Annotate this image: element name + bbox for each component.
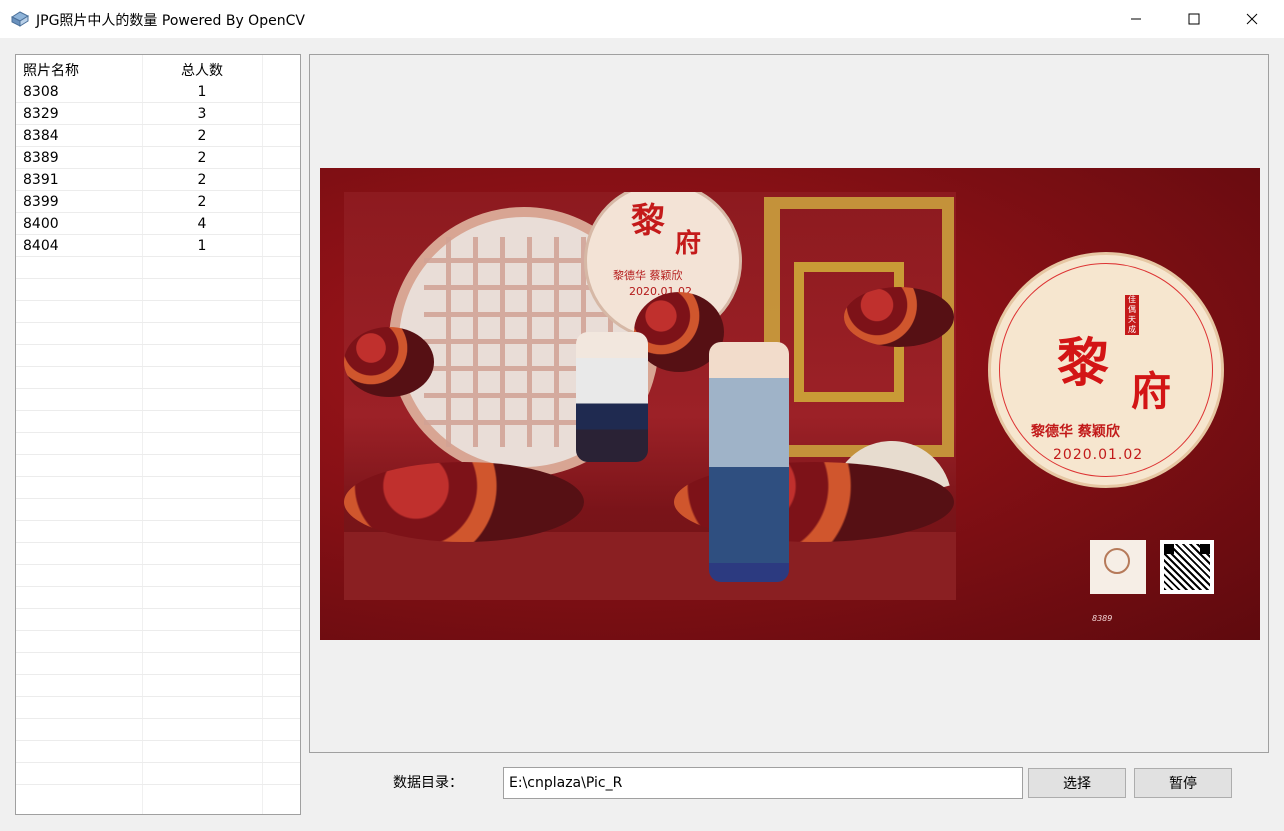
table-row[interactable]: 8308 1: [16, 81, 300, 103]
cell-person-count: 2: [197, 150, 207, 166]
results-table[interactable]: 照片名称 总人数 8308 1 8329 3 8384 2 8389 2 8391 2 8…: [15, 54, 301, 815]
empty-row: [16, 609, 300, 631]
cell-person-count: 1: [197, 84, 207, 100]
empty-row: [16, 499, 300, 521]
table-row[interactable]: 8391 2: [16, 169, 300, 191]
window-title: JPG照片中人的数量 Powered By OpenCV: [36, 13, 305, 29]
minimize-button[interactable]: [1107, 0, 1165, 38]
empty-row: [16, 477, 300, 499]
sign-date: 2020.01.02: [1053, 447, 1144, 463]
sign-names: 黎德华 蔡颖欣: [613, 269, 683, 282]
empty-row: [16, 543, 300, 565]
empty-row: [16, 763, 300, 785]
cell-person-count: 2: [197, 128, 207, 144]
cell-photo-name: 8391: [23, 172, 59, 188]
empty-row: [16, 521, 300, 543]
app-icon: [10, 11, 30, 27]
table-row[interactable]: 8399 2: [16, 191, 300, 213]
studio-logo: [1090, 540, 1146, 594]
flower-arrangement: [844, 287, 954, 347]
large-wedding-sign: 佳偶天成 黎 府 黎德华 蔡颖欣 2020.01.02: [988, 252, 1224, 488]
photo-code: 8389: [1092, 614, 1113, 623]
cell-photo-name: 8400: [23, 216, 59, 232]
cell-photo-name: 8308: [23, 84, 59, 100]
table-header: 照片名称 总人数: [16, 55, 300, 81]
title-bar: JPG照片中人的数量 Powered By OpenCV: [0, 0, 1284, 38]
empty-row: [16, 279, 300, 301]
red-carpet: [344, 532, 956, 600]
child-figure: [709, 342, 789, 582]
empty-row: [16, 565, 300, 587]
cell-person-count: 4: [197, 216, 207, 232]
sign-char: 府: [1131, 368, 1171, 415]
select-button[interactable]: 选择: [1028, 768, 1126, 798]
empty-row: [16, 587, 300, 609]
maximize-icon: [1188, 13, 1200, 25]
table-row[interactable]: 8404 1: [16, 235, 300, 257]
empty-row: [16, 719, 300, 741]
qr-code: [1160, 540, 1214, 594]
child-figure: [576, 332, 648, 462]
event-photo: 黎 府 黎德华 蔡颖欣 2020.01.02: [344, 192, 956, 600]
cell-photo-name: 8389: [23, 150, 59, 166]
sign-char: 黎: [631, 201, 665, 241]
cell-photo-name: 8404: [23, 238, 59, 254]
cell-photo-name: 8399: [23, 194, 59, 210]
table-row[interactable]: 8389 2: [16, 147, 300, 169]
empty-row: [16, 301, 300, 323]
sign-names: 黎德华 蔡颖欣: [1031, 424, 1120, 440]
close-icon: [1246, 13, 1258, 25]
pause-button[interactable]: 暂停: [1134, 768, 1232, 798]
image-preview-panel: 黎 府 黎德华 蔡颖欣 2020.01.02 佳偶天成 黎 府 黎德华 蔡颖欣 …: [309, 54, 1269, 753]
qr-pattern: [1164, 544, 1210, 590]
empty-row: [16, 455, 300, 477]
sign-seal: 佳偶天成: [1125, 295, 1139, 335]
empty-row: [16, 345, 300, 367]
logo-emblem: [1104, 548, 1130, 574]
empty-row: [16, 389, 300, 411]
table-body: 8308 1 8329 3 8384 2 8389 2 8391 2 8399 2 8400…: [16, 81, 300, 785]
empty-row: [16, 367, 300, 389]
maximize-button[interactable]: [1165, 0, 1223, 38]
flower-arrangement: [344, 327, 434, 397]
header-photo-name[interactable]: 照片名称: [23, 60, 79, 80]
cell-person-count: 1: [197, 238, 207, 254]
table-row[interactable]: 8329 3: [16, 103, 300, 125]
photo-preview: 黎 府 黎德华 蔡颖欣 2020.01.02 佳偶天成 黎 府 黎德华 蔡颖欣 …: [320, 168, 1260, 640]
cell-person-count: 3: [197, 106, 207, 122]
cell-photo-name: 8329: [23, 106, 59, 122]
header-person-count[interactable]: 总人数: [143, 60, 261, 80]
cell-person-count: 2: [197, 194, 207, 210]
sign-char: 府: [675, 229, 702, 259]
table-row[interactable]: 8400 4: [16, 213, 300, 235]
cell-person-count: 2: [197, 172, 207, 188]
empty-row: [16, 653, 300, 675]
empty-row: [16, 697, 300, 719]
table-row[interactable]: 8384 2: [16, 125, 300, 147]
empty-row: [16, 675, 300, 697]
sign-char: 黎: [1057, 333, 1110, 394]
empty-row: [16, 323, 300, 345]
empty-row: [16, 741, 300, 763]
data-dir-label: 数据目录：: [393, 775, 463, 791]
close-button[interactable]: [1223, 0, 1281, 38]
minimize-icon: [1131, 18, 1141, 20]
empty-row: [16, 411, 300, 433]
data-dir-input[interactable]: [503, 767, 1023, 799]
empty-row: [16, 433, 300, 455]
flower-arrangement: [344, 462, 584, 542]
empty-row: [16, 257, 300, 279]
empty-row: [16, 631, 300, 653]
cell-photo-name: 8384: [23, 128, 59, 144]
